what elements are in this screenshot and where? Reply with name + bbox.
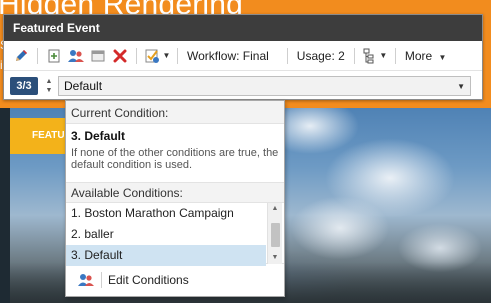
conditions-scrollbar[interactable]: ▲ ▼ (267, 203, 282, 264)
delete-icon[interactable] (109, 45, 131, 67)
current-condition-name: 3. Default (71, 129, 126, 143)
conditions-list: 1. Boston Marathon Campaign 2. baller 3.… (66, 203, 284, 266)
chrome-title: Featured Event (4, 15, 482, 41)
toolbar-divider (177, 47, 178, 64)
component-chrome: Featured Event ▼ Workflow: Final Usage: … (3, 14, 483, 100)
condition-list-item-selected[interactable]: 3. Default (66, 245, 266, 266)
scrollbar-thumb[interactable] (271, 223, 280, 247)
scroll-down-icon[interactable]: ▼ (268, 252, 282, 264)
usage-count[interactable]: Usage: 2 (293, 49, 349, 63)
edit-divider (101, 272, 102, 288)
condition-list-item[interactable]: 1. Boston Marathon Campaign (66, 203, 266, 224)
condition-list-item[interactable]: 2. baller (66, 224, 266, 245)
personalize-icon (78, 274, 94, 286)
toolbar-divider (37, 47, 38, 64)
edit-conditions-button[interactable]: Edit Conditions (66, 267, 284, 293)
more-button[interactable]: More ▼ (401, 49, 451, 63)
more-label: More (404, 48, 433, 63)
conditions-popup: Current Condition: 3. Default If none of… (65, 100, 285, 297)
condition-row: 3/3 ▲ ▼ Default ▼ (4, 72, 482, 100)
hide-icon[interactable] (87, 45, 109, 67)
toolbar-divider (286, 47, 288, 64)
condition-select[interactable]: Default ▼ (58, 76, 471, 96)
condition-stepper[interactable]: ▲ ▼ (42, 76, 56, 96)
tree-icon[interactable]: ▼ (360, 45, 390, 67)
page-left-rail (0, 108, 10, 303)
chevron-down-icon: ▼ (379, 51, 388, 60)
workflow-status[interactable]: Workflow: Final (183, 49, 273, 63)
personalize-icon[interactable] (65, 45, 87, 67)
chevron-down-icon: ▼ (457, 81, 465, 91)
hero-tab[interactable]: FEATU (10, 118, 65, 154)
chevron-up-icon[interactable]: ▲ (46, 77, 53, 86)
edit-conditions-label: Edit Conditions (108, 273, 189, 287)
toolbar-divider (394, 47, 396, 64)
toolbar-divider (353, 47, 355, 64)
edit-icon[interactable] (10, 45, 32, 67)
available-conditions-header: Available Conditions: (66, 182, 284, 203)
toolbar-divider (136, 47, 137, 64)
condition-select-value: Default (64, 79, 103, 93)
chevron-down-icon: ▼ (162, 51, 171, 60)
chevron-down-icon[interactable]: ▼ (46, 86, 53, 95)
chrome-toolbar: ▼ Workflow: Final Usage: 2 ▼ More ▼ (4, 41, 482, 71)
page-header-strip (483, 14, 491, 108)
test-icon[interactable]: ▼ (142, 45, 172, 67)
current-condition-description: If none of the other conditions are true… (71, 147, 279, 171)
current-condition-header: Current Condition: (66, 101, 284, 124)
chevron-down-icon: ▼ (438, 52, 447, 62)
condition-count-badge: 3/3 (10, 77, 38, 95)
scroll-up-icon[interactable]: ▲ (268, 203, 282, 215)
insert-icon[interactable] (43, 45, 65, 67)
